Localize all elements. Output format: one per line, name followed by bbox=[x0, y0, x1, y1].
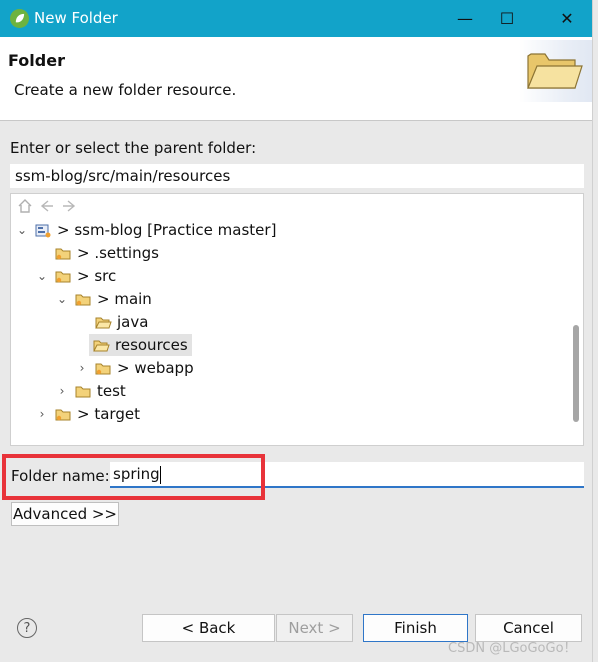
tree-item-label: > .settings bbox=[77, 244, 159, 262]
tree-item-webapp[interactable]: › > webapp bbox=[75, 357, 194, 379]
next-button[interactable]: Next > bbox=[276, 614, 353, 642]
folder-icon bbox=[75, 384, 92, 399]
tree-item-label: java bbox=[117, 313, 149, 331]
open-folder-icon bbox=[527, 53, 583, 89]
advanced-button[interactable]: Advanced >> bbox=[11, 502, 119, 526]
window-edge bbox=[592, 0, 598, 662]
chevron-right-icon[interactable]: › bbox=[75, 361, 89, 375]
tree-item-src[interactable]: ⌄ > src bbox=[35, 265, 116, 287]
chevron-down-icon[interactable]: ⌄ bbox=[55, 292, 69, 306]
wizard-header: Folder Create a new folder resource. bbox=[0, 37, 598, 121]
header-banner bbox=[519, 40, 598, 102]
chevron-right-icon[interactable]: › bbox=[35, 407, 49, 421]
folder-icon bbox=[75, 292, 92, 307]
back-arrow-icon[interactable] bbox=[39, 198, 55, 214]
tree-item-label: > src bbox=[77, 267, 117, 285]
maximize-button[interactable]: ☐ bbox=[484, 0, 530, 37]
page-description: Create a new folder resource. bbox=[14, 81, 237, 99]
page-title: Folder bbox=[8, 51, 65, 70]
tree-item-ssm-blog[interactable]: ⌄ > ssm-blog [Practice master] bbox=[15, 219, 276, 241]
annotation-highlight-box bbox=[2, 454, 265, 500]
tree-item-label: test bbox=[97, 382, 126, 400]
title-bar: New Folder — ☐ ✕ bbox=[0, 0, 598, 37]
chevron-down-icon[interactable]: ⌄ bbox=[15, 223, 29, 237]
tree-item-test[interactable]: › test bbox=[55, 380, 126, 402]
folder-icon bbox=[95, 361, 112, 376]
scrollbar-thumb[interactable] bbox=[573, 325, 579, 422]
back-button[interactable]: < Back bbox=[142, 614, 275, 642]
folder-icon bbox=[55, 269, 72, 284]
selected-item[interactable]: resources bbox=[89, 334, 192, 356]
parent-folder-input[interactable]: ssm-blog/src/main/resources bbox=[10, 164, 584, 188]
tree-item-label: > webapp bbox=[117, 359, 194, 377]
spring-leaf-icon bbox=[10, 9, 29, 28]
tree-item-target[interactable]: › > target bbox=[35, 403, 140, 425]
tree-item-java[interactable]: java bbox=[75, 311, 148, 333]
project-icon bbox=[35, 223, 52, 238]
forward-arrow-icon[interactable] bbox=[61, 198, 77, 214]
tree-item-settings[interactable]: > .settings bbox=[35, 242, 159, 264]
tree-item-label: > ssm-blog [Practice master] bbox=[57, 221, 277, 239]
folder-icon bbox=[55, 246, 72, 261]
window-title: New Folder bbox=[34, 9, 118, 27]
open-folder-icon bbox=[95, 315, 112, 330]
help-icon[interactable]: ? bbox=[17, 618, 37, 638]
watermark: CSDN @LGoGoGo！ bbox=[448, 641, 577, 656]
minimize-button[interactable]: — bbox=[442, 0, 488, 37]
tree-item-label: resources bbox=[115, 336, 188, 354]
folder-tree[interactable]: ⌄ > ssm-blog [Practice master] > .settin… bbox=[10, 193, 584, 446]
tree-item-label: > main bbox=[97, 290, 152, 308]
chevron-right-icon[interactable]: › bbox=[55, 384, 69, 398]
chevron-down-icon[interactable]: ⌄ bbox=[35, 269, 49, 283]
vertical-scrollbar[interactable] bbox=[570, 218, 582, 444]
close-button[interactable]: ✕ bbox=[544, 0, 590, 37]
parent-folder-label: Enter or select the parent folder: bbox=[10, 139, 257, 157]
open-folder-icon bbox=[93, 338, 110, 353]
tree-item-label: > target bbox=[77, 405, 140, 423]
tree-toolbar bbox=[17, 198, 77, 216]
folder-icon bbox=[55, 407, 72, 422]
tree-item-resources[interactable]: resources bbox=[75, 334, 192, 356]
home-icon[interactable] bbox=[17, 198, 33, 214]
tree-item-main[interactable]: ⌄ > main bbox=[55, 288, 152, 310]
